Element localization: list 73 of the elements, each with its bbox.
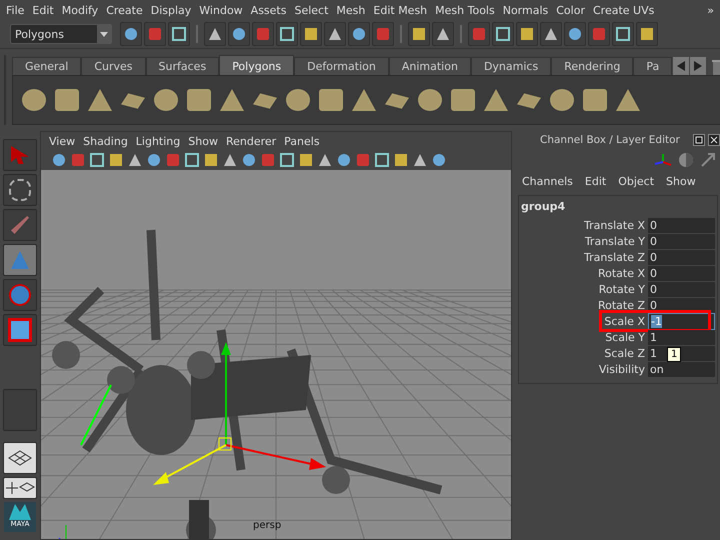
shelf-tab[interactable]: Surfaces	[146, 57, 220, 75]
menu-item[interactable]: Edit Mesh	[373, 4, 436, 16]
channel-name[interactable]: Visibility	[519, 362, 648, 376]
channel-value-field[interactable]: 1	[648, 330, 715, 344]
channel-value-field[interactable]: 0	[648, 234, 715, 248]
channel-name[interactable]: Rotate Y	[519, 282, 648, 296]
float-icon[interactable]	[693, 134, 705, 146]
shelf-tab[interactable]: Dynamics	[470, 57, 552, 75]
scroll-right-icon[interactable]	[690, 57, 706, 75]
move-cone-icon[interactable]	[3, 244, 37, 276]
menu-item[interactable]: File	[6, 4, 32, 16]
menu-item[interactable]: Window	[199, 4, 251, 16]
channel-value-field[interactable]: on	[648, 362, 715, 376]
menu-item[interactable]: Edit	[32, 4, 62, 16]
mode-dropdown[interactable]: Polygons	[10, 24, 112, 44]
viewport-menu-item[interactable]: Shading	[83, 134, 136, 148]
viewport-menu-item[interactable]: Show	[188, 134, 226, 148]
channel-value-field[interactable]: 0	[648, 250, 715, 264]
half-circle-icon[interactable]	[678, 152, 694, 168]
channel-name[interactable]: Scale Z	[519, 346, 648, 360]
channel-menu-item[interactable]: Object	[618, 174, 662, 188]
shelf-tab[interactable]: Pa	[633, 57, 672, 75]
menu-item[interactable]: Display	[150, 4, 200, 16]
channel-name[interactable]: Scale X	[519, 314, 648, 328]
shelf-tab[interactable]: Curves	[81, 57, 146, 75]
viewport-menu-item[interactable]: View	[49, 134, 84, 148]
scale-cube-icon[interactable]	[3, 314, 37, 346]
shelf-tab[interactable]: Animation	[388, 57, 471, 75]
tooltip: 1	[667, 347, 682, 362]
diagonal-arrow-icon[interactable]	[700, 152, 716, 168]
viewport-canvas[interactable]: persp	[41, 170, 511, 539]
channel-name[interactable]: Translate X	[519, 218, 648, 232]
channel-name[interactable]: Translate Y	[519, 234, 648, 248]
menu-item[interactable]: Mesh	[336, 4, 374, 16]
object-name: group4	[520, 200, 566, 215]
shelf-tab[interactable]: Polygons	[219, 55, 294, 75]
caret-icon	[100, 32, 108, 36]
channel-menu-item[interactable]: Show	[666, 174, 704, 188]
viewport-menu-item[interactable]: Renderer	[226, 134, 284, 148]
shelf-tab[interactable]: Rendering	[551, 57, 634, 75]
shelf-tab[interactable]: General	[12, 57, 82, 75]
lasso-icon[interactable]	[3, 174, 37, 206]
scroll-left-icon[interactable]	[673, 57, 690, 75]
menu-item[interactable]: Color	[556, 4, 593, 16]
channel-name[interactable]: Rotate X	[519, 266, 648, 280]
paint-brush-icon[interactable]	[3, 209, 37, 241]
shelf-tab[interactable]: Deformation	[294, 57, 389, 75]
channel-value-field[interactable]: 0	[648, 266, 715, 280]
channel-menu-item[interactable]: Channels	[522, 174, 581, 188]
menu-item[interactable]: Normals	[502, 4, 556, 16]
viewport-menu-item[interactable]: Lighting	[136, 134, 188, 148]
viewport-menu-item[interactable]: Panels	[284, 134, 328, 148]
axes-icon[interactable]	[654, 152, 672, 168]
channel-name[interactable]: Scale Y	[519, 330, 648, 344]
camera-label: persp	[253, 520, 282, 531]
channel-menu-item[interactable]: Edit	[584, 174, 614, 188]
menu-item[interactable]: Create UVs	[592, 4, 662, 16]
layout-grid-icon[interactable]	[3, 442, 37, 474]
channel-name[interactable]: Translate Z	[519, 250, 648, 264]
close-icon[interactable]	[708, 134, 720, 146]
channel-name[interactable]: Rotate Z	[519, 298, 648, 312]
channel-value-field[interactable]: 0	[648, 218, 715, 232]
menu-overflow[interactable]: »	[707, 4, 720, 16]
channel-value-field[interactable]: -1	[648, 312, 715, 330]
menu-item[interactable]: Mesh Tools	[435, 4, 503, 16]
menu-item[interactable]: Modify	[62, 4, 106, 16]
layout-split-icon[interactable]	[3, 477, 37, 499]
axis-indicator	[58, 524, 66, 539]
channel-value-field[interactable]: 0	[648, 282, 715, 296]
panel-title: Channel Box / Layer Editor	[540, 134, 680, 146]
menu-item[interactable]: Select	[294, 4, 336, 16]
menu-item[interactable]: Create	[106, 4, 151, 16]
menu-item[interactable]: Assets	[250, 4, 294, 16]
